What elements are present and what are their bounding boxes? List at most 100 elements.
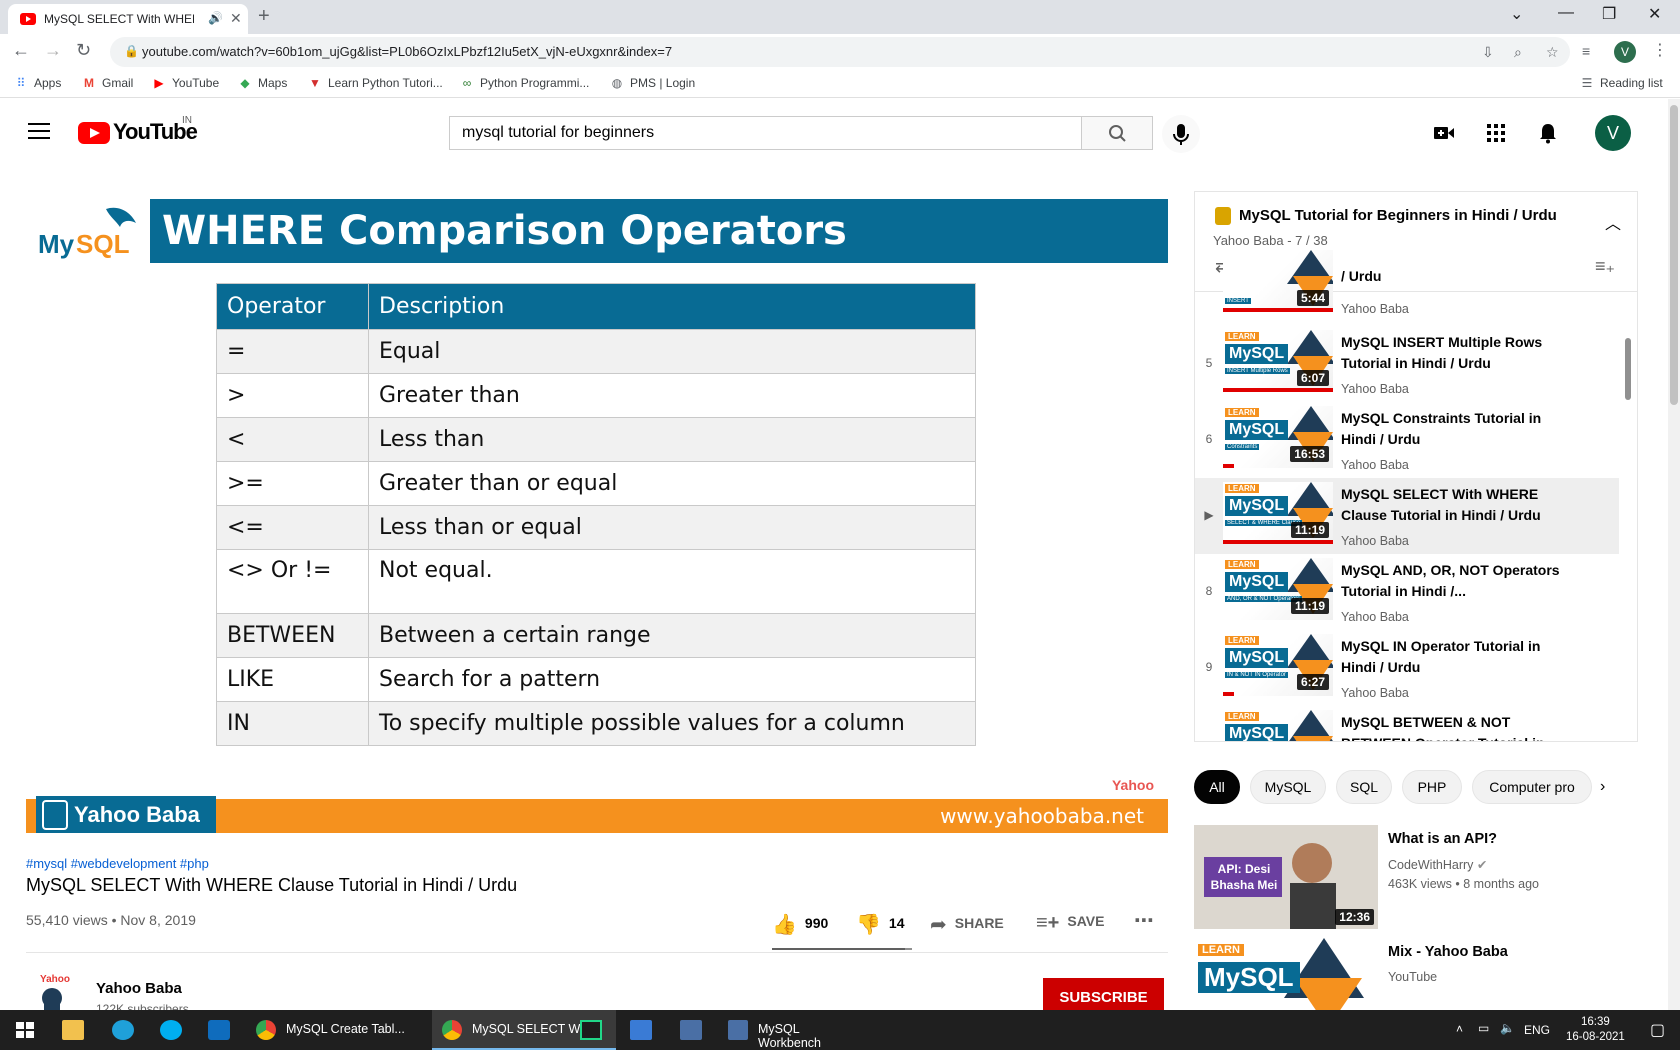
voice-search-button[interactable] [1162, 115, 1200, 153]
file-explorer-icon[interactable] [62, 1020, 84, 1040]
address-bar[interactable]: 🔒 youtube.com/watch?v=60b1om_ujGg&list=P… [110, 37, 1570, 67]
pycharm-icon[interactable] [580, 1020, 602, 1040]
youtube-logo-icon[interactable] [78, 122, 110, 144]
zoom-icon[interactable]: ⌕ [1514, 44, 1522, 61]
app-icon[interactable] [630, 1020, 652, 1040]
clock[interactable]: 16:39 16-08-2021 [1566, 1015, 1625, 1045]
operator-cell: > [216, 373, 369, 418]
chevron-up-icon[interactable]: ︿ [1605, 210, 1621, 234]
yahoo-baba-brand: Yahoo Baba [36, 796, 216, 833]
bookmark-python-programming[interactable]: ∞ Python Programmi... [460, 76, 590, 90]
restore-button[interactable]: ❐ [1602, 4, 1616, 24]
playlist-item[interactable]: INSERT 5:44 / Urdu Yahoo Baba [1195, 246, 1619, 322]
recommendation-item[interactable]: API: Desi Bhasha Mei 12:36 What is an AP… [1194, 825, 1638, 929]
apps-icon[interactable] [1484, 121, 1508, 145]
playlist-item[interactable]: 9 LEARN MySQL IN & NOT IN Operator 6:27 M… [1195, 630, 1619, 706]
share-button[interactable]: ➦ SHARE [930, 912, 1004, 937]
chip-php[interactable]: PHP [1402, 770, 1462, 804]
skype-icon[interactable] [160, 1020, 182, 1040]
close-window-button[interactable]: ✕ [1648, 4, 1661, 24]
search-box [449, 116, 1081, 150]
menu-icon[interactable] [28, 123, 50, 144]
svg-text:Yahoo: Yahoo [40, 974, 70, 985]
recommendation-title: Mix - Yahoo Baba [1388, 944, 1508, 960]
windows-start-icon[interactable] [14, 1020, 36, 1040]
channel-name[interactable]: Yahoo Baba [96, 980, 182, 997]
taskbar-window-mysql-workbench[interactable]: MySQL Workbench [718, 1010, 868, 1050]
video-thumbnail: LEARN MySQL INSERT Multiple Rows 6:07 [1223, 330, 1333, 392]
speaker-icon[interactable]: 🔊 [208, 11, 223, 25]
chip-mysql[interactable]: MySQL [1250, 770, 1326, 804]
chrome-icon [442, 1020, 462, 1040]
notifications-bell-icon[interactable] [1536, 121, 1560, 145]
chevron-up-icon[interactable]: ˄ [1456, 1022, 1463, 1046]
bookmark-learn-python[interactable]: ▼ Learn Python Tutori... [308, 76, 443, 90]
user-avatar[interactable]: V [1595, 115, 1631, 151]
search-button[interactable] [1081, 116, 1153, 150]
bookmark-star-icon[interactable]: ☆ [1546, 44, 1559, 61]
tab-search-icon[interactable]: ⌄ [1510, 4, 1523, 24]
edge-icon[interactable] [112, 1020, 134, 1040]
video-player[interactable]: My SQL WHERE Comparison Operators Operat… [26, 191, 1168, 833]
chrome-profile-avatar[interactable]: V [1614, 41, 1636, 63]
bookmark-apps[interactable]: ⠿ Apps [14, 76, 62, 90]
forward-icon[interactable]: → [44, 40, 62, 61]
chip-computer-programming[interactable]: Computer pro [1472, 770, 1592, 804]
chevron-right-icon[interactable]: › [1600, 778, 1605, 796]
youtube-header: YouTube IN V [0, 99, 1668, 167]
chip-all[interactable]: All [1194, 770, 1240, 804]
search-input[interactable] [450, 117, 1081, 149]
mysql-workbench-icon[interactable] [680, 1020, 702, 1040]
language-indicator[interactable]: ENG [1524, 1023, 1550, 1047]
watched-progress [1223, 308, 1333, 312]
dislike-button[interactable]: 👎 14 [856, 912, 904, 937]
description-cell: Less than or equal [368, 505, 976, 550]
playlist-item[interactable]: 5 LEARN MySQL INSERT Multiple Rows 6:07 M… [1195, 326, 1619, 402]
table-row: <= Less than or equal [216, 505, 976, 550]
network-icon[interactable]: ▭ [1478, 1021, 1489, 1045]
bookmark-pms-login[interactable]: ◍ PMS | Login [610, 76, 695, 90]
hashtags-link[interactable]: #mysql #webdevelopment #php [26, 856, 209, 871]
operator-cell: LIKE [216, 657, 369, 702]
page-scrollbar[interactable] [1668, 99, 1680, 1010]
browser-tab-active[interactable]: MySQL SELECT With WHERE 🔊 ✕ [8, 4, 248, 34]
taskbar-window-mysql-create-table[interactable]: MySQL Create Tabl... [246, 1010, 430, 1050]
playlist-item[interactable]: 8 LEARN MySQL AND, OR & NOT Operators 11:… [1195, 554, 1619, 630]
create-video-icon[interactable] [1432, 121, 1456, 145]
playlist-video-channel: Yahoo Baba [1341, 458, 1409, 472]
video-duration: 11:19 [1290, 522, 1329, 538]
tab-close-icon[interactable]: ✕ [230, 10, 242, 27]
install-icon[interactable]: ⇩ [1482, 44, 1494, 61]
minimize-button[interactable]: — [1558, 4, 1574, 22]
channel-avatar[interactable]: Yahoo [36, 970, 80, 1010]
chip-sql[interactable]: SQL [1336, 770, 1392, 804]
playlist-item[interactable]: 6 LEARN MySQL Constraints 16:53 MySQL Con… [1195, 402, 1619, 478]
url-text[interactable]: youtube.com/watch?v=60b1om_ujGg&list=PL0… [142, 44, 672, 59]
back-icon[interactable]: ← [12, 40, 30, 61]
media-control-icon[interactable]: ≡ [1582, 43, 1590, 59]
video-duration: 11:19 [1290, 598, 1329, 614]
playlist-video-title: MySQL BETWEEN & NOT BETWEEN Operator Tut… [1341, 714, 1545, 741]
save-button[interactable]: ≡+ SAVE [1036, 912, 1104, 935]
video-thumbnail: LEARN MySQL Constraints 16:53 [1223, 406, 1333, 468]
more-actions-icon[interactable]: ⋯ [1134, 908, 1154, 933]
volume-icon[interactable]: 🔈 [1500, 1021, 1515, 1045]
playlist-scrollbar[interactable] [1625, 338, 1631, 400]
video-title: MySQL SELECT With WHERE Clause Tutorial … [26, 875, 518, 895]
playlist-item[interactable]: LEARNMySQL MySQL BETWEEN & NOT BETWEEN O… [1195, 706, 1619, 741]
chrome-menu-icon[interactable]: ⋮ [1652, 40, 1668, 60]
table-row: = Equal [216, 329, 976, 374]
new-tab-button[interactable]: + [258, 5, 270, 28]
youtube-icon: ▶ [154, 76, 164, 90]
playlist-item-current[interactable]: ▶ LEARN MySQL SELECT & WHERE Clause 11:19… [1195, 478, 1619, 554]
notifications-icon[interactable]: ▢ [1650, 1020, 1665, 1044]
reading-list-button[interactable]: ☰ Reading list [1580, 76, 1663, 90]
playlist-title[interactable]: MySQL Tutorial for Beginners in Hindi / … [1239, 207, 1557, 224]
bookmark-gmail[interactable]: M Gmail [82, 76, 133, 90]
reload-icon[interactable]: ↻ [76, 40, 91, 61]
yahoo-watermark: Yahoo [1111, 777, 1154, 793]
outlook-icon[interactable] [208, 1020, 230, 1040]
like-button[interactable]: 👍 990 [772, 912, 828, 937]
bookmark-maps[interactable]: ◆ Maps [238, 76, 287, 90]
bookmark-youtube[interactable]: ▶ YouTube [152, 76, 219, 90]
